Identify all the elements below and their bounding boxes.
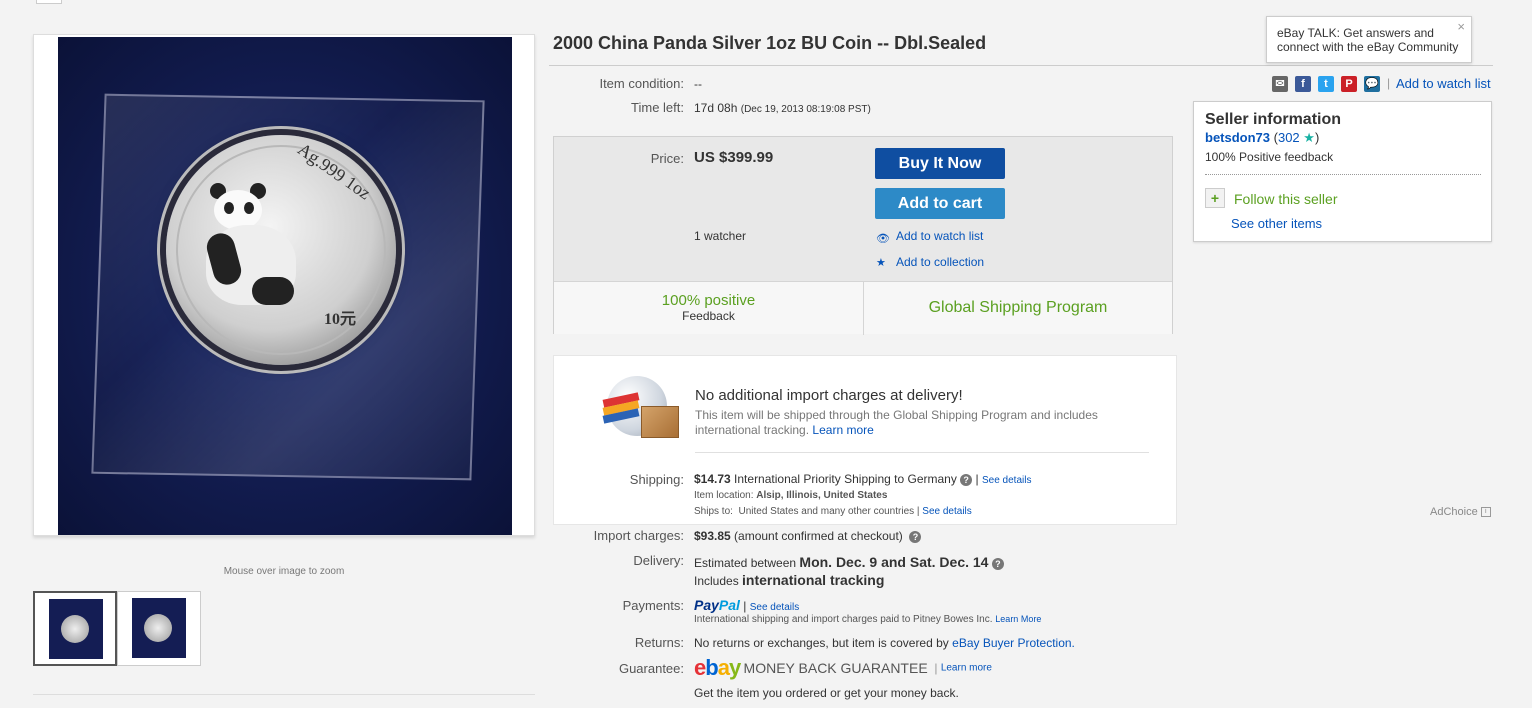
seller-feedback-percent: 100% Positive feedback (1205, 150, 1334, 164)
feedback-star-icon: ★ (1303, 130, 1315, 145)
delivery-label: Delivery: (633, 553, 684, 568)
condition-label: Item condition: (599, 76, 684, 91)
zoom-hint: Mouse over image to zoom (223, 566, 345, 577)
seller-info-box: Seller information betsdon73 (302 ★) 100… (1193, 101, 1492, 242)
facebook-icon[interactable]: f (1295, 76, 1311, 92)
shipping-see-details-link[interactable]: See details (982, 475, 1031, 486)
seller-feedback-count[interactable]: 302 (1278, 130, 1300, 145)
divider: | (1387, 76, 1391, 90)
import-description: This item will be shipped through the Gl… (695, 408, 1098, 437)
thumbnail-1[interactable] (33, 591, 117, 666)
panda-coin: Ag.999 1oz 10元 (166, 135, 396, 365)
paypal-logo: PayPal (694, 597, 740, 613)
star-icon: ★ (876, 257, 886, 269)
item-location: Item location: Alsip, Illinois, United S… (694, 490, 888, 501)
guarantee-learn-more-link[interactable]: Learn more (941, 663, 992, 674)
buyer-protection-link[interactable]: eBay Buyer Protection. (952, 636, 1075, 650)
positive-feedback-percent: 100% positive (661, 292, 756, 309)
ships-to-see-details-link[interactable]: See details (922, 506, 971, 517)
item-title: 2000 China Panda Silver 1oz BU Coin -- D… (553, 33, 987, 53)
time-left-label: Time left: (631, 100, 684, 115)
buy-it-now-button[interactable]: Buy It Now (875, 148, 1005, 179)
email-icon[interactable]: ✉ (1272, 76, 1288, 92)
returns-value: No returns or exchanges, but item is cov… (694, 636, 1075, 650)
adchoice-link[interactable]: AdChoice i (1430, 506, 1491, 518)
shipping-method: International Priority Shipping to Germa… (734, 472, 957, 486)
payments-see-details-link[interactable]: See details (750, 602, 799, 613)
time-left-duration: 17d 08h (694, 101, 738, 115)
coin-denomination: 10元 (324, 311, 357, 328)
seller-name-row: betsdon73 (302 ★) (1205, 130, 1320, 145)
back-to-results-button[interactable] (36, 0, 62, 4)
main-image-frame[interactable]: Ag.999 1oz 10元 (33, 34, 535, 536)
money-back-guarantee: MONEY BACK GUARANTEE (743, 660, 928, 676)
adchoice-icon: i (1480, 507, 1491, 518)
seller-name-link[interactable]: betsdon73 (1205, 130, 1270, 145)
import-charges-label: Import charges: (593, 528, 684, 543)
shipping-value: $14.73 International Priority Shipping t… (694, 472, 1032, 486)
time-left-end: (Dec 19, 2013 08:19:08 PST) (740, 104, 871, 115)
ebay-logo: ebay (694, 655, 741, 680)
close-icon[interactable]: × (1457, 20, 1465, 34)
positive-feedback-label: Feedback (682, 309, 735, 323)
see-other-items-link[interactable]: See other items (1231, 216, 1322, 231)
ebay-talk-text: eBay TALK: Get answers and connect with … (1277, 26, 1459, 54)
guarantee-label: Guarantee: (618, 661, 684, 676)
positive-feedback-badge: 100% positive Feedback (554, 292, 863, 323)
delivery-estimate: Estimated between Mon. Dec. 9 and Sat. D… (694, 554, 1004, 570)
add-to-watch-list-link[interactable]: Add to watch list (896, 229, 983, 243)
condition-value: -- (694, 77, 702, 91)
main-item-image[interactable]: Ag.999 1oz 10元 (58, 37, 512, 535)
thumbnail-2[interactable] (117, 591, 201, 666)
payments-note: International shipping and import charge… (694, 614, 1042, 625)
guarantee-note: Get the item you ordered or get your mon… (694, 686, 959, 700)
seller-heading: Seller information (1205, 111, 1342, 128)
ebay-talk-icon[interactable]: 💬 (1364, 76, 1380, 92)
learn-more-link[interactable]: Learn more (812, 423, 873, 437)
price-label: Price: (650, 151, 684, 166)
ships-to: Ships to: United States and many other c… (694, 506, 972, 517)
watcher-count: 1 watcher (694, 229, 747, 243)
import-headline: No additional import charges at delivery… (695, 387, 963, 404)
shipping-label: Shipping: (629, 472, 684, 487)
payments-label: Payments: (622, 598, 684, 613)
time-left-value: 17d 08h (Dec 19, 2013 08:19:08 PST) (694, 101, 871, 115)
add-to-cart-button[interactable]: Add to cart (875, 188, 1005, 219)
follow-seller-link[interactable]: Follow this seller (1234, 191, 1337, 207)
add-to-collection-link[interactable]: Add to collection (896, 255, 984, 269)
global-shipping-logo (602, 374, 681, 440)
add-to-watch-list-top-link[interactable]: Add to watch list (1396, 76, 1491, 91)
shipping-price: $14.73 (694, 472, 731, 486)
help-icon[interactable]: ? (991, 557, 1004, 570)
help-icon[interactable]: ? (960, 473, 973, 486)
pinterest-icon[interactable]: P (1341, 76, 1357, 92)
ebay-talk-popup: eBay TALK: Get answers and connect with … (1266, 16, 1472, 63)
adchoice-label: AdChoice (1430, 506, 1478, 519)
tracking-info: Includes international tracking (694, 572, 885, 588)
plus-icon[interactable]: + (1205, 188, 1225, 208)
divider (33, 694, 535, 695)
divider (549, 65, 1493, 66)
returns-label: Returns: (634, 635, 684, 650)
guarantee-value: ebay MONEY BACK GUARANTEE | Learn more (694, 655, 992, 680)
help-icon[interactable]: ? (909, 530, 922, 543)
eye-icon: 👁 (876, 233, 890, 245)
payments-learn-more-link[interactable]: Learn More (995, 614, 1041, 624)
price-value: US $399.99 (694, 149, 774, 166)
buy-box: Price: US $399.99 Buy It Now Add to cart… (553, 136, 1173, 335)
payments-value: PayPal | See details (694, 597, 800, 613)
twitter-icon[interactable]: t (1318, 76, 1334, 92)
import-charges-value: $93.85 (amount confirmed at checkout) ? (694, 529, 922, 543)
global-shipping-badge: Global Shipping Program (928, 299, 1108, 316)
breadcrumb (36, 0, 736, 4)
